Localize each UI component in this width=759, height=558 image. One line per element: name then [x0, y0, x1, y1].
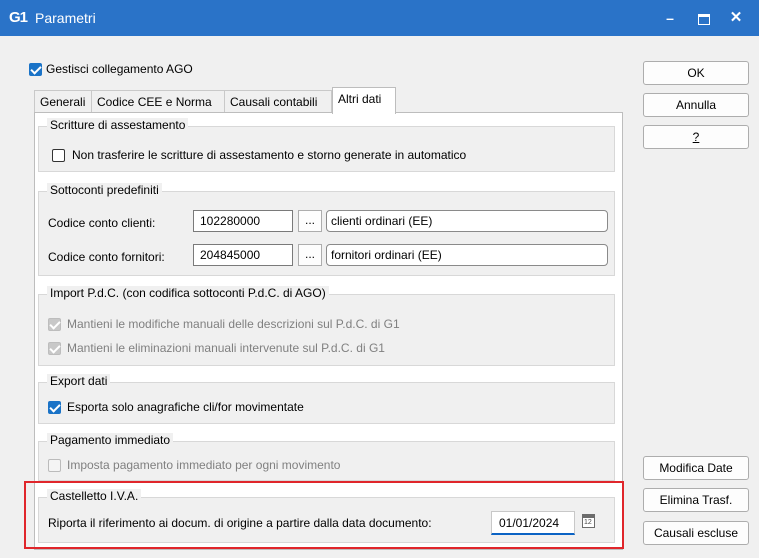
- mantieni-eliminazioni-label: Mantieni le eliminazioni manuali interve…: [67, 341, 385, 355]
- ok-button[interactable]: OK: [643, 61, 749, 85]
- pagamento-immediato-checkbox[interactable]: [48, 459, 61, 472]
- tab-label: Generali: [40, 95, 86, 109]
- help-button[interactable]: ?: [643, 125, 749, 149]
- group-title: Castelletto I.V.A.: [47, 489, 142, 503]
- group-title: Sottoconti predefiniti: [47, 183, 162, 197]
- tab-codice-cee[interactable]: Codice CEE e Norma: [91, 90, 225, 112]
- gestisci-ago-label: Gestisci collegamento AGO: [46, 62, 193, 76]
- clienti-lookup-button[interactable]: ...: [298, 210, 322, 232]
- esporta-movimentate-checkbox[interactable]: [48, 401, 61, 414]
- modifica-date-button[interactable]: Modifica Date: [643, 456, 749, 480]
- mantieni-modifiche-label: Mantieni le modifiche manuali delle desc…: [67, 317, 400, 331]
- mantieni-modifiche-checkbox[interactable]: [48, 318, 61, 331]
- causali-escluse-button[interactable]: Causali escluse: [643, 521, 749, 545]
- tab-label: Altri dati: [338, 92, 382, 106]
- minimize-icon: –: [666, 10, 674, 26]
- castelletto-label: Riporta il riferimento ai docum. di orig…: [48, 516, 432, 530]
- pagamento-immediato-label: Imposta pagamento immediato per ogni mov…: [67, 458, 341, 472]
- calendar-icon[interactable]: [582, 514, 595, 528]
- mantieni-eliminazioni-checkbox[interactable]: [48, 342, 61, 355]
- group-title: Scritture di assestamento: [47, 118, 189, 132]
- data-documento-input[interactable]: 01/01/2024: [491, 511, 575, 535]
- group-title: Pagamento immediato: [47, 433, 174, 447]
- tab-altri-dati[interactable]: Altri dati: [332, 87, 396, 114]
- non-trasferire-checkbox[interactable]: [52, 149, 65, 162]
- minimize-button[interactable]: –: [655, 6, 685, 30]
- maximize-icon: [698, 13, 710, 25]
- esporta-movimentate-label: Esporta solo anagrafiche cli/for movimen…: [67, 400, 304, 414]
- maximize-button[interactable]: [689, 6, 719, 30]
- gestisci-ago-checkbox[interactable]: [29, 63, 42, 76]
- clienti-description-field: clienti ordinari (EE): [326, 210, 608, 232]
- tab-generali[interactable]: Generali: [34, 90, 92, 112]
- title-bar[interactable]: G1 Parametri – ✕: [0, 0, 759, 36]
- group-title: Export dati: [47, 374, 111, 388]
- fornitori-code-input[interactable]: 204845000: [193, 244, 293, 266]
- app-logo: G1: [9, 9, 28, 26]
- non-trasferire-label: Non trasferire le scritture di assestame…: [72, 148, 467, 162]
- close-button[interactable]: ✕: [721, 6, 751, 30]
- clienti-label: Codice conto clienti:: [48, 216, 156, 230]
- group-title: Import P.d.C. (con codifica sottoconti P…: [47, 286, 329, 300]
- fornitori-description-field: fornitori ordinari (EE): [326, 244, 608, 266]
- fornitori-lookup-button[interactable]: ...: [298, 244, 322, 266]
- window-title: Parametri: [35, 10, 96, 26]
- tab-causali-contabili[interactable]: Causali contabili: [224, 90, 332, 112]
- clienti-code-input[interactable]: 102280000: [193, 210, 293, 232]
- tab-label: Codice CEE e Norma: [97, 95, 212, 109]
- annulla-button[interactable]: Annulla: [643, 93, 749, 117]
- fornitori-label: Codice conto fornitori:: [48, 250, 165, 264]
- close-icon: ✕: [729, 9, 743, 26]
- tab-label: Causali contabili: [230, 95, 318, 109]
- elimina-trasf-button[interactable]: Elimina Trasf.: [643, 488, 749, 512]
